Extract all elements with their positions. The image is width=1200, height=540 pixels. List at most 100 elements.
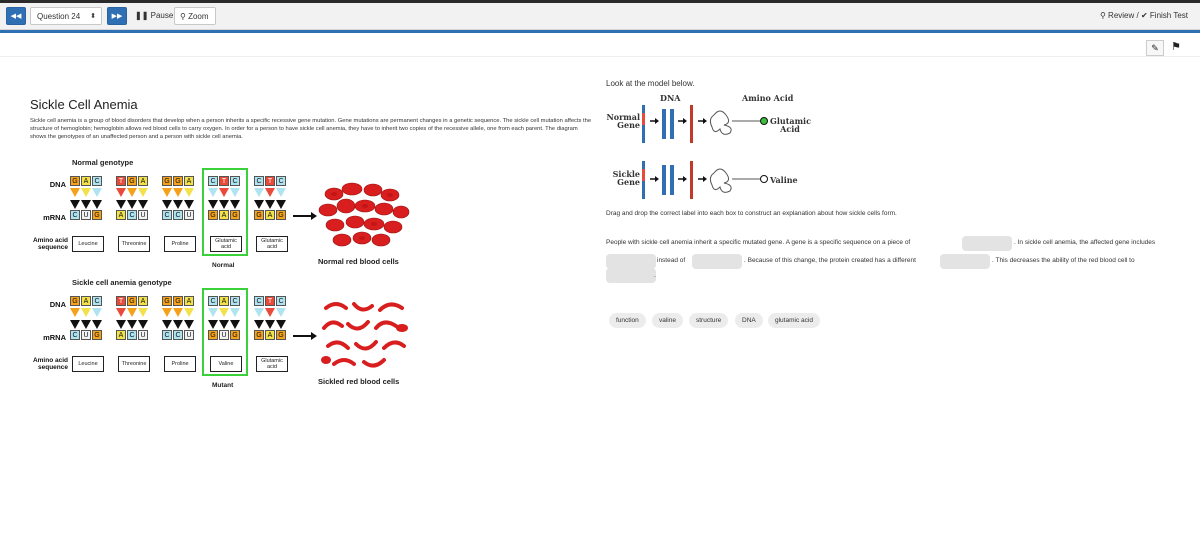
amino-acid-row-label: Amino acid sequence bbox=[32, 237, 68, 251]
dna-nucleotide: G bbox=[127, 176, 137, 186]
nucleotide-pointer bbox=[265, 308, 275, 317]
review-label: Review / bbox=[1108, 11, 1139, 20]
mrna-nucleotide: G bbox=[92, 210, 102, 220]
mrna-nucleotide: G bbox=[276, 210, 286, 220]
header-divider bbox=[0, 56, 1200, 57]
nucleotide-pointer bbox=[254, 308, 264, 317]
dna-nucleotide: G bbox=[70, 296, 80, 306]
magnifier-icon: ⚲ bbox=[180, 12, 186, 21]
mrna-nucleotide: C bbox=[173, 210, 183, 220]
mrna-nucleotide: C bbox=[162, 330, 172, 340]
mrna-pointer bbox=[254, 200, 264, 209]
select-caret-icon: ⬍ bbox=[90, 13, 96, 20]
dna-row-label: DNA bbox=[49, 180, 66, 189]
model-sickle-result: Valine bbox=[770, 175, 798, 185]
choice-chip[interactable]: valine bbox=[652, 313, 683, 328]
model-dna-header: DNA bbox=[660, 93, 681, 103]
mrna-pointer bbox=[81, 200, 91, 209]
mrna-nucleotide: U bbox=[81, 210, 91, 220]
dna-nucleotide: C bbox=[254, 296, 264, 306]
drop-box-4[interactable] bbox=[940, 253, 990, 271]
mrna-pointer bbox=[138, 200, 148, 209]
nucleotide-pointer bbox=[138, 308, 148, 317]
dna-nucleotide: G bbox=[127, 296, 137, 306]
choice-chip[interactable]: DNA bbox=[735, 313, 763, 328]
question-select-value: Question 24 bbox=[37, 12, 81, 21]
mrna-nucleotide: A bbox=[116, 210, 126, 220]
pause-button[interactable]: ❚❚ Pause bbox=[135, 7, 173, 25]
nucleotide-pointer bbox=[127, 308, 137, 317]
choice-chip[interactable]: function bbox=[609, 313, 646, 328]
normal-cells-image bbox=[318, 182, 410, 247]
pause-icon: ❚❚ bbox=[135, 11, 149, 20]
mutation-highlight-box bbox=[202, 168, 248, 256]
nucleotide-pointer bbox=[276, 188, 286, 197]
drop-box-5[interactable] bbox=[606, 267, 656, 285]
highlight-caption: Mutant bbox=[212, 382, 234, 389]
drop-box-3[interactable] bbox=[692, 253, 742, 271]
nucleotide-pointer bbox=[81, 188, 91, 197]
mrna-pointer bbox=[92, 200, 102, 209]
nucleotide-pointer bbox=[184, 308, 194, 317]
mrna-pointer bbox=[92, 320, 102, 329]
dna-nucleotide: T bbox=[265, 176, 275, 186]
dna-row-label: DNA bbox=[49, 300, 66, 309]
sentence-part-4: . Because of this change, the protein cr… bbox=[744, 257, 916, 264]
mrna-pointer bbox=[173, 200, 183, 209]
mrna-pointer bbox=[70, 200, 80, 209]
dna-nucleotide: T bbox=[116, 296, 126, 306]
toolbar-accent-line bbox=[0, 30, 1200, 33]
choice-chip[interactable]: structure bbox=[689, 313, 729, 328]
rewind-icon[interactable]: ◀◀ bbox=[6, 7, 26, 25]
nucleotide-pointer bbox=[127, 188, 137, 197]
amino-acid-box: Glutamic acid bbox=[256, 356, 288, 372]
sickled-cells-image bbox=[321, 302, 408, 368]
fast-forward-icon[interactable]: ▶▶ bbox=[107, 7, 127, 25]
mrna-pointer bbox=[276, 200, 286, 209]
amino-acid-box: Glutamic acid bbox=[256, 236, 288, 252]
pause-label: Pause bbox=[150, 11, 174, 20]
finish-test-button[interactable]: ✔ Finish Test bbox=[1141, 11, 1188, 20]
choice-chip[interactable]: glutamic acid bbox=[768, 313, 820, 328]
sentence-part-3: instead of bbox=[657, 257, 686, 264]
mrna-pointer bbox=[116, 200, 126, 209]
dna-nucleotide: G bbox=[173, 176, 183, 186]
model-sickle-label: Sickle Gene bbox=[612, 169, 640, 187]
review-finish-area: ⚲ Review / ✔ Finish Test bbox=[1100, 7, 1188, 25]
mrna-pointer bbox=[138, 320, 148, 329]
nucleotide-pointer bbox=[173, 188, 183, 197]
passage-intro: Sickle cell anemia is a group of blood d… bbox=[30, 118, 592, 140]
review-button[interactable]: ⚲ Review / bbox=[1100, 11, 1139, 20]
question-select[interactable]: Question 24 ⬍ bbox=[30, 7, 102, 25]
nucleotide-pointer bbox=[254, 188, 264, 197]
check-icon: ✔ bbox=[1140, 11, 1148, 20]
highlight-caption: Normal bbox=[212, 262, 235, 269]
magnifier-icon: ⚲ bbox=[1099, 11, 1106, 20]
sentence-part-2: . In sickle cell anemia, the affected ge… bbox=[1014, 239, 1156, 246]
nucleotide-pointer bbox=[70, 308, 80, 317]
genotype-heading: Sickle cell anemia genotype bbox=[72, 278, 172, 287]
dna-nucleotide: C bbox=[92, 176, 102, 186]
note-edit-icon[interactable]: ✎ bbox=[1146, 40, 1164, 56]
mrna-nucleotide: A bbox=[265, 210, 275, 220]
question-prompt: Look at the model below. bbox=[606, 79, 695, 88]
flag-icon[interactable]: ⚑ bbox=[1168, 40, 1184, 54]
mrna-nucleotide: G bbox=[254, 330, 264, 340]
arrow-to-cells bbox=[293, 212, 317, 220]
mrna-pointer bbox=[184, 320, 194, 329]
mrna-nucleotide: C bbox=[70, 330, 80, 340]
dna-nucleotide: C bbox=[254, 176, 264, 186]
amino-acid-box: Threonine bbox=[118, 236, 150, 252]
zoom-button[interactable]: ⚲ Zoom bbox=[174, 7, 216, 25]
drop-box-1[interactable] bbox=[962, 235, 1012, 253]
sentence-part-5: . This decreases the ability of the red … bbox=[992, 257, 1135, 264]
mrna-pointer bbox=[116, 320, 126, 329]
mrna-pointer bbox=[70, 320, 80, 329]
mrna-pointer bbox=[162, 200, 172, 209]
arrow-to-cells bbox=[293, 332, 317, 340]
amino-acid-row-label: Amino acid sequence bbox=[32, 357, 68, 371]
sickled-cells-caption: Sickled red blood cells bbox=[318, 377, 400, 386]
mrna-pointer bbox=[173, 320, 183, 329]
mutation-highlight-box bbox=[202, 288, 248, 376]
mrna-nucleotide: A bbox=[265, 330, 275, 340]
